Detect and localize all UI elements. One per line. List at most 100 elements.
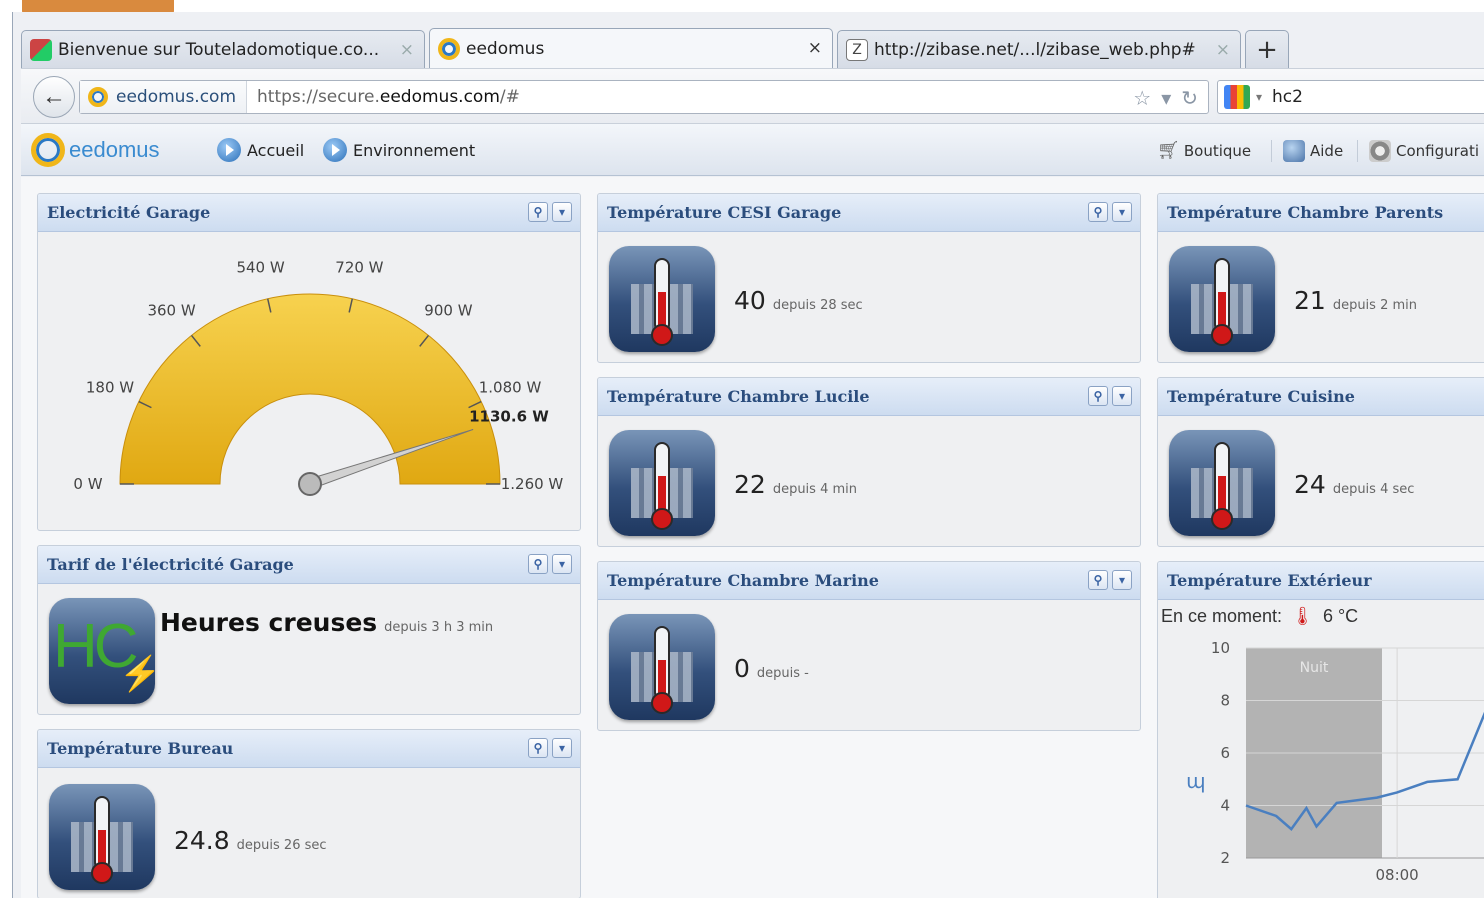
gauge-tick-label: 360 W (147, 301, 195, 319)
arrow-circle-icon (217, 138, 241, 162)
widget-title: Tarif de l'électricité Garage ⚲ ▾ (38, 546, 580, 584)
since-text: depuis 28 sec (772, 298, 863, 313)
widget-temperature-chambre-marine: Température Chambre Marine ⚲ ▾ 0 depuis … (597, 561, 1141, 731)
close-tab-icon[interactable]: × (1216, 40, 1230, 60)
dropdown-icon[interactable]: ▾ (552, 738, 572, 758)
nav-configuration[interactable]: Configurati (1369, 140, 1479, 162)
site-identity-label: eedomus.com (116, 87, 237, 107)
widget-buttons: ⚲ ▾ (528, 738, 572, 758)
y-tick-label: 8 (1220, 692, 1230, 710)
widget-title-text: Température Extérieur (1167, 571, 1372, 590)
bookmark-star-icon[interactable]: ☆ (1133, 86, 1151, 110)
zoom-icon[interactable]: ⚲ (1088, 570, 1108, 590)
back-button[interactable]: ← (33, 76, 75, 118)
y-tick-label: 10 (1211, 639, 1230, 657)
widget-title-text: Electricité Garage (47, 203, 211, 222)
help-icon (1283, 140, 1305, 162)
thermometer-icon (609, 614, 715, 720)
dropdown-arrow-icon[interactable]: ▾ (1161, 86, 1171, 110)
nav-accueil[interactable]: Accueil (217, 138, 304, 162)
value-text: 24.8 (174, 826, 230, 855)
dropdown-icon[interactable]: ▾ (552, 202, 572, 222)
dropdown-icon[interactable]: ▾ (1112, 202, 1132, 222)
tarif-value-text: Heures creuses (160, 608, 378, 637)
close-tab-icon[interactable]: × (400, 40, 414, 60)
zibase-favicon-icon: Z (846, 38, 868, 61)
screenshot: Bienvenue sur Touteladomotique.co... × e… (0, 0, 1484, 898)
widget-title: Electricité Garage ⚲ ▾ (38, 194, 580, 232)
temperature-axis-icon: ɰ (1186, 769, 1205, 793)
zoom-icon[interactable]: ⚲ (1088, 386, 1108, 406)
dropdown-icon[interactable]: ▾ (1112, 570, 1132, 590)
browser-window: Bienvenue sur Touteladomotique.co... × e… (12, 12, 1484, 898)
widget-title-text: Température Cuisine (1167, 387, 1355, 406)
since-text: depuis 26 sec (236, 838, 327, 853)
y-tick-label: 2 (1220, 849, 1230, 867)
cart-icon: 🛒︎ (1157, 140, 1180, 161)
widget-title: Température Bureau ⚲ ▾ (38, 730, 580, 768)
since-text: depuis 2 min (1332, 298, 1417, 313)
close-tab-icon[interactable]: × (808, 38, 822, 58)
url-bar[interactable]: eedomus.com https://secure.eedomus.com/#… (79, 80, 1209, 114)
url-text[interactable]: https://secure.eedomus.com/# (247, 87, 520, 107)
power-gauge: 0 W 180 W 360 W 540 W 720 W 900 W 1.080 W 1.260… (73, 259, 564, 496)
gauge-tick-label: 1.260 W (501, 475, 564, 493)
tarif-value: Heures creuses depuis 3 h 3 min (160, 608, 493, 637)
temperature-value: 21 depuis 2 min (1294, 286, 1417, 315)
dropdown-icon[interactable]: ▾ (1112, 386, 1132, 406)
zoom-icon[interactable]: ⚲ (528, 738, 548, 758)
zoom-icon[interactable]: ⚲ (528, 554, 548, 574)
site-favicon-icon (88, 87, 108, 107)
logo-ring-icon (31, 133, 65, 167)
gauge-hub (298, 472, 322, 496)
widget-title-text: Température Chambre Lucile (607, 387, 870, 406)
tab-touteladomotique[interactable]: Bienvenue sur Touteladomotique.co... × (21, 30, 425, 68)
since-text: depuis 3 h 3 min (384, 620, 494, 635)
dropdown-icon[interactable]: ▾ (552, 554, 572, 574)
nav-environnement[interactable]: Environnement (323, 138, 475, 162)
widget-title: Température CESI Garage ⚲ ▾ (598, 194, 1140, 232)
widget-temperature-cuisine: Température Cuisine 24 depuis 4 sec (1157, 377, 1484, 547)
x-tick-label: 08:00 (1375, 866, 1418, 884)
gauge-tick-label: 540 W (236, 259, 284, 277)
zoom-icon[interactable]: ⚲ (528, 202, 548, 222)
eedomus-logo[interactable]: eedomus (31, 133, 160, 167)
temperature-value: 24 depuis 4 sec (1294, 470, 1414, 499)
temperature-value: 24.8 depuis 26 sec (174, 826, 327, 855)
tab-title: http://zibase.net/...l/zibase_web.php# (874, 39, 1196, 60)
reload-icon[interactable]: ↻ (1181, 86, 1198, 110)
thermometer-icon (609, 430, 715, 536)
widget-buttons: ⚲ ▾ (1088, 386, 1132, 406)
site-identity-button[interactable]: eedomus.com (80, 81, 248, 113)
zoom-icon[interactable]: ⚲ (1088, 202, 1108, 222)
value-text: 24 (1294, 470, 1326, 499)
new-tab-button[interactable]: + (1245, 30, 1289, 68)
widget-title-text: Température CESI Garage (607, 203, 842, 222)
nav-boutique[interactable]: 🛒︎ Boutique (1157, 140, 1251, 161)
divider (1271, 140, 1272, 162)
url-domain: eedomus.com (379, 87, 500, 107)
now-label: En ce moment: (1161, 606, 1283, 626)
search-input[interactable]: hc2 (1272, 87, 1303, 107)
widget-title: Température Cuisine (1158, 378, 1484, 416)
value-text: 22 (734, 470, 766, 499)
google-icon[interactable] (1224, 85, 1250, 109)
engine-dropdown-icon[interactable]: ▾ (1256, 90, 1262, 104)
value-text: 0 (734, 654, 750, 683)
gauge-tick-label: 900 W (424, 301, 472, 319)
gauge-tick-label: 180 W (86, 379, 134, 397)
nav-label: Accueil (247, 140, 305, 160)
thermometer-icon (609, 246, 715, 352)
tab-zibase[interactable]: Z http://zibase.net/...l/zibase_web.php#… (837, 30, 1241, 68)
nav-label: Boutique (1183, 141, 1252, 160)
value-text: 21 (1294, 286, 1326, 315)
nav-aide[interactable]: Aide (1283, 140, 1343, 162)
widget-title: Température Chambre Lucile ⚲ ▾ (598, 378, 1140, 416)
search-box[interactable]: ▾ hc2 (1217, 80, 1484, 114)
night-label: Nuit (1300, 660, 1329, 676)
arrow-circle-icon (323, 138, 347, 162)
widget-buttons: ⚲ ▾ (528, 554, 572, 574)
url-bar-icons: ☆ ▾ ↻ (1133, 86, 1198, 110)
tab-eedomus[interactable]: eedomus × (429, 28, 833, 68)
nav-label: Environnement (353, 140, 476, 160)
